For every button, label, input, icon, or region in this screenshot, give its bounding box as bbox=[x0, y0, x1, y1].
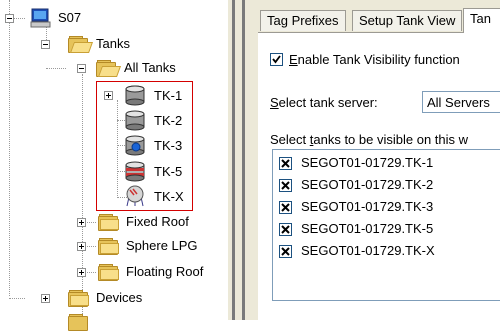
server-label: Select tank server: bbox=[270, 95, 378, 110]
tree-node-tk-1[interactable]: TK-1 bbox=[154, 88, 182, 104]
enable-visibility-checkbox[interactable] bbox=[270, 53, 283, 66]
collapse-tanks-toggle[interactable] bbox=[41, 40, 50, 49]
tab-tank[interactable]: Tan bbox=[463, 8, 500, 33]
expand-devices-toggle[interactable] bbox=[41, 294, 50, 303]
splitter-bar bbox=[242, 0, 245, 320]
folder-icon bbox=[98, 264, 119, 281]
list-item[interactable]: SEGOT01-01729.TK-3 bbox=[279, 198, 500, 218]
enable-visibility-label: Enable Tank Visibility function bbox=[289, 52, 460, 67]
tank-gray-icon bbox=[124, 109, 146, 131]
pane-splitter[interactable] bbox=[228, 0, 258, 320]
splitter-bar bbox=[232, 0, 235, 320]
collapse-all-tanks-toggle[interactable] bbox=[77, 64, 86, 73]
folder-icon bbox=[98, 238, 119, 255]
tree-node-tk-5[interactable]: TK-5 bbox=[154, 164, 182, 180]
tree-node-all-tanks[interactable]: All Tanks bbox=[124, 60, 176, 76]
folder-icon bbox=[98, 214, 119, 231]
settings-panel: Tag Prefixes Setup Tank View Tan Enable … bbox=[258, 0, 500, 320]
computer-icon bbox=[30, 8, 52, 28]
tree-node-tk-2[interactable]: TK-2 bbox=[154, 113, 182, 129]
tree-node-fixed-roof[interactable]: Fixed Roof bbox=[126, 214, 189, 230]
tab-setup-tank-view[interactable]: Setup Tank View bbox=[352, 10, 463, 31]
tree-node-tanks[interactable]: Tanks bbox=[96, 36, 130, 52]
list-item[interactable]: SEGOT01-01729.TK-1 bbox=[279, 154, 500, 174]
expand-tk-1-toggle[interactable] bbox=[104, 91, 113, 100]
open-folder-icon bbox=[96, 60, 122, 77]
sphere-tank-icon bbox=[124, 185, 146, 207]
tree-view[interactable]: S07 Tanks All Tanks TK-1 TK-2 TK-3 TK-5 … bbox=[0, 0, 228, 331]
tank-tk-2-checkbox[interactable] bbox=[279, 179, 292, 192]
list-item[interactable]: SEGOT01-01729.TK-5 bbox=[279, 220, 500, 240]
tab-strip: Tag Prefixes Setup Tank View Tan bbox=[258, 8, 500, 33]
list-item[interactable]: SEGOT01-01729.TK-2 bbox=[279, 176, 500, 196]
tree-node-tk-x[interactable]: TK-X bbox=[154, 189, 184, 205]
tank-tk-3-checkbox[interactable] bbox=[279, 201, 292, 214]
tree-node-tk-3[interactable]: TK-3 bbox=[154, 138, 182, 154]
tank-gray-icon bbox=[124, 84, 146, 106]
tab-tag-prefixes[interactable]: Tag Prefixes bbox=[260, 10, 346, 31]
tank-blue-icon bbox=[124, 134, 146, 156]
tank-tk-2-label: SEGOT01-01729.TK-2 bbox=[301, 177, 434, 192]
tree-node-floating-roof[interactable]: Floating Roof bbox=[126, 264, 203, 280]
collapse-root-toggle[interactable] bbox=[5, 14, 14, 23]
tank-tk-1-checkbox[interactable] bbox=[279, 157, 292, 170]
folder-icon bbox=[68, 314, 88, 331]
folder-icon bbox=[68, 290, 89, 307]
tank-server-value: All Servers bbox=[427, 95, 490, 110]
tree-node-devices[interactable]: Devices bbox=[96, 290, 142, 306]
list-item[interactable]: SEGOT01-01729.TK-X bbox=[279, 242, 500, 262]
tank-tk-x-checkbox[interactable] bbox=[279, 245, 292, 258]
tree-node-s07[interactable]: S07 bbox=[58, 10, 81, 26]
expand-floating-roof-toggle[interactable] bbox=[77, 268, 86, 277]
tank-tk-1-label: SEGOT01-01729.TK-1 bbox=[301, 155, 434, 170]
open-folder-icon bbox=[68, 36, 94, 53]
tank-striped-icon bbox=[124, 160, 146, 182]
tank-tk-x-label: SEGOT01-01729.TK-X bbox=[301, 243, 435, 258]
tank-server-select[interactable]: All Servers bbox=[422, 91, 500, 113]
tank-tk-5-checkbox[interactable] bbox=[279, 223, 292, 236]
expand-sphere-lpg-toggle[interactable] bbox=[77, 242, 86, 251]
tank-visibility-list[interactable]: SEGOT01-01729.TK-1 SEGOT01-01729.TK-2 SE… bbox=[272, 149, 500, 301]
tanks-visible-prompt: Select tanks to be visible on this w bbox=[270, 132, 469, 147]
expand-fixed-roof-toggle[interactable] bbox=[77, 218, 86, 227]
tank-tk-3-label: SEGOT01-01729.TK-3 bbox=[301, 199, 434, 214]
tank-tk-5-label: SEGOT01-01729.TK-5 bbox=[301, 221, 434, 236]
tree-node-sphere-lpg[interactable]: Sphere LPG bbox=[126, 238, 198, 254]
